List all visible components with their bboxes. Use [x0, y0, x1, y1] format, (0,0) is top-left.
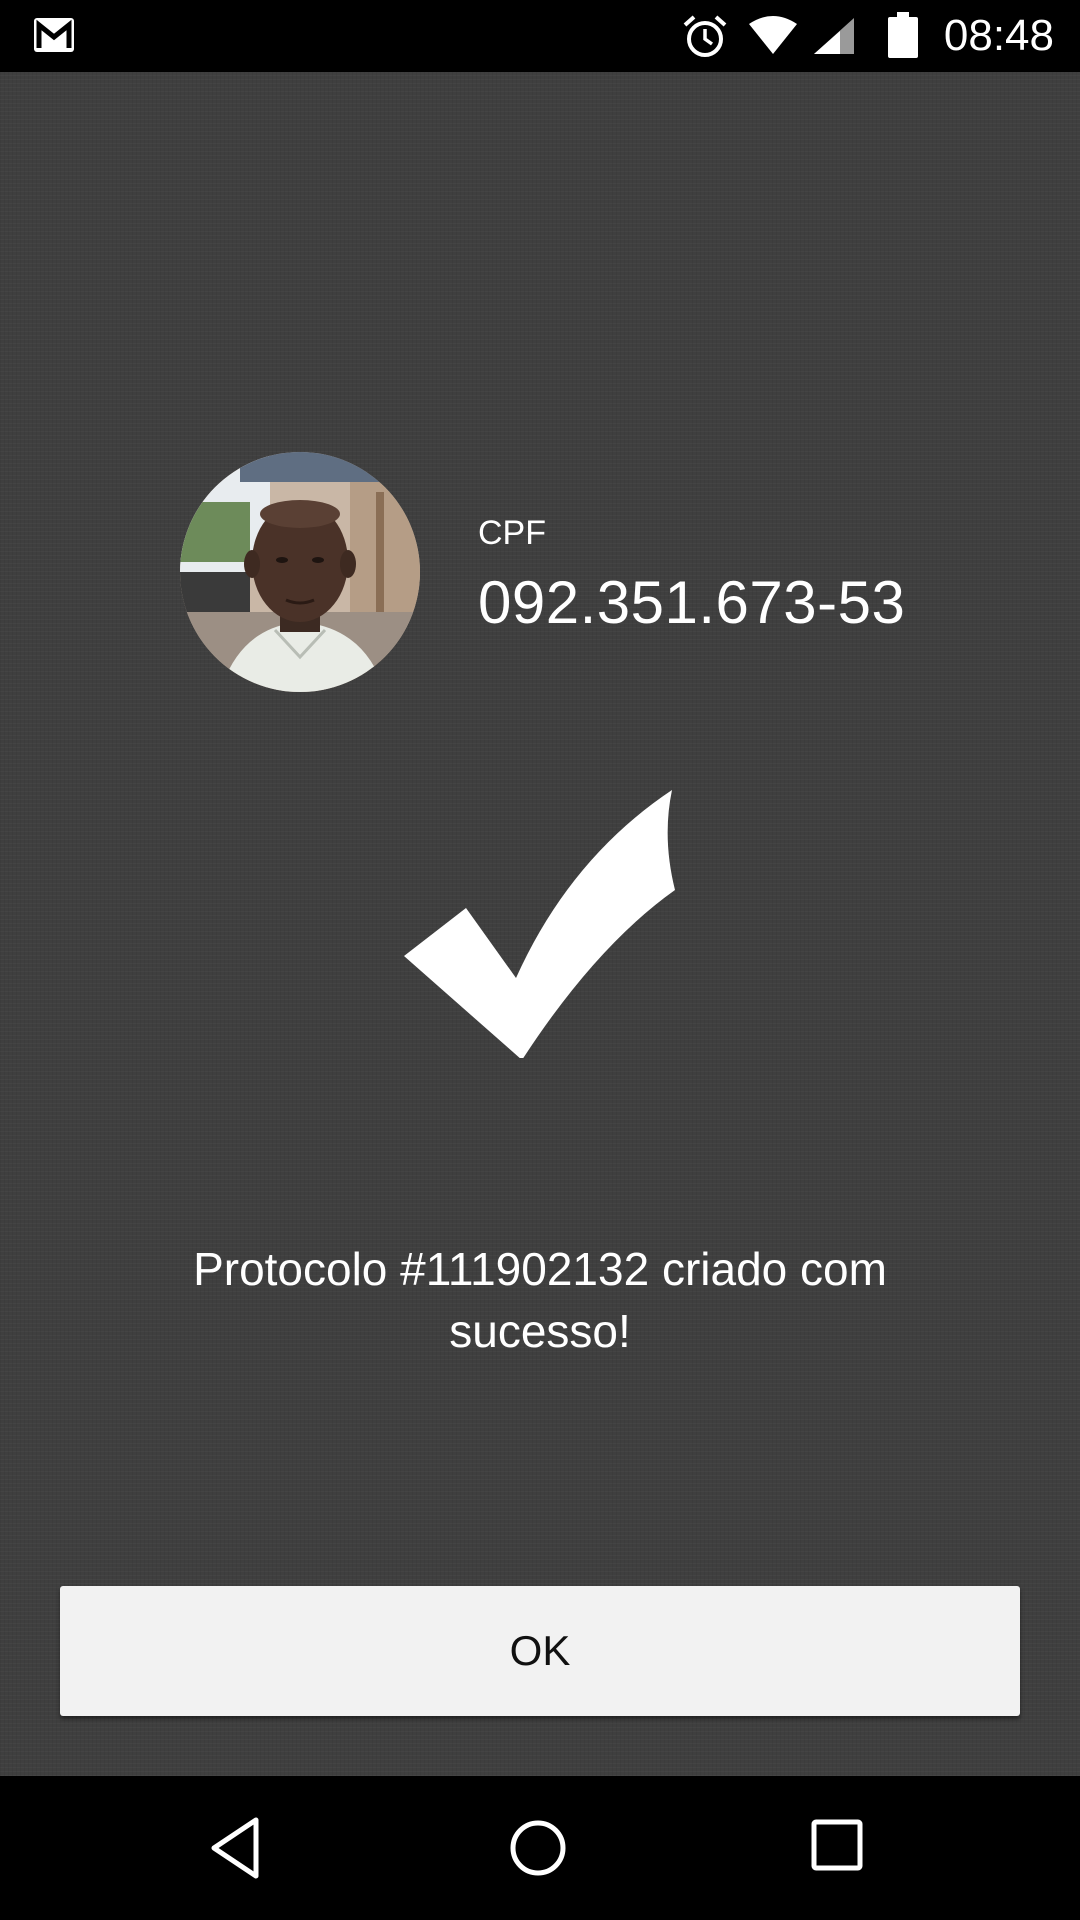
wifi-icon — [749, 16, 797, 54]
gmail-icon — [34, 18, 74, 52]
avatar — [180, 452, 420, 692]
success-message: Protocolo #111902132 criado com sucesso! — [193, 1243, 887, 1357]
ok-button-label: OK — [509, 1627, 571, 1674]
ok-button[interactable]: OK — [60, 1586, 1020, 1716]
cpf-value: 092.351.673-53 — [478, 569, 906, 636]
checkmark-icon — [404, 790, 675, 1058]
screen: 08:48 CPF 092.351.673-53 Protocolo #1119… — [0, 0, 1080, 1920]
back-icon[interactable] — [200, 1810, 276, 1886]
alarm-icon — [683, 15, 727, 57]
home-icon[interactable] — [500, 1810, 576, 1886]
battery-icon — [888, 12, 918, 58]
content-area: CPF 092.351.673-53 Protocolo #111902132 … — [0, 72, 1080, 1776]
navigation-bar — [0, 1776, 1080, 1920]
status-time: 08:48 — [943, 11, 1054, 60]
cpf-label: CPF — [478, 514, 546, 552]
cell-signal-icon — [814, 18, 854, 54]
recents-icon[interactable] — [800, 1810, 876, 1886]
status-bar: 08:48 — [0, 0, 1080, 72]
